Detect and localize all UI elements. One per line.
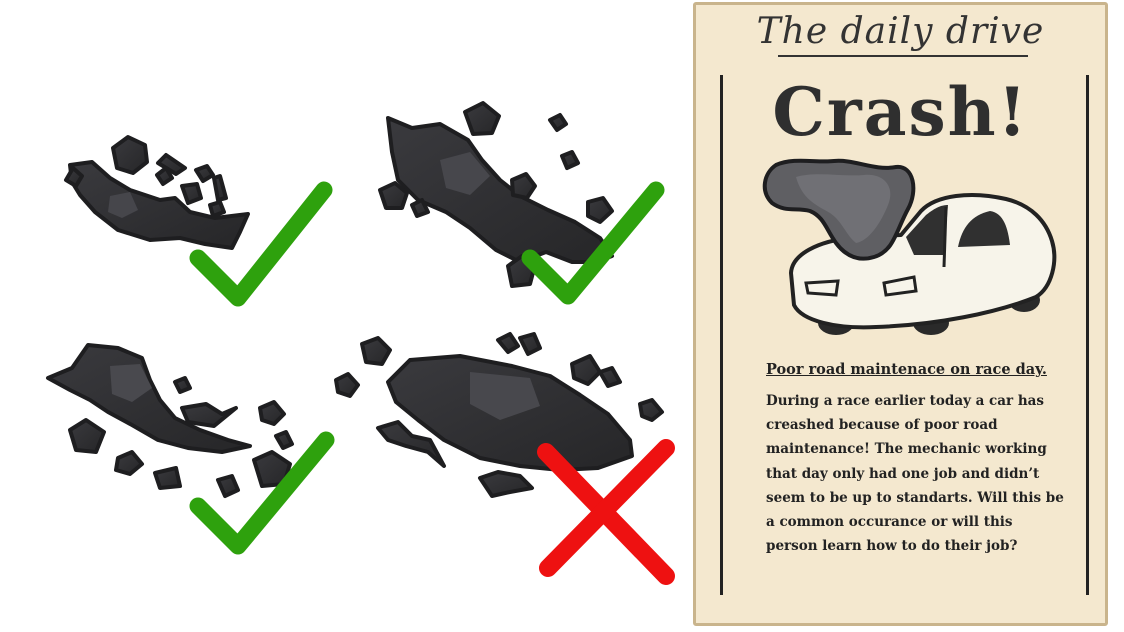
- debris-variant-4[interactable]: [334, 332, 664, 498]
- debris-scene: [46, 101, 675, 585]
- debris-variant-1[interactable]: [64, 135, 250, 250]
- crashed-car-icon: [762, 158, 1057, 335]
- column-rule-left: [720, 75, 723, 595]
- article-subheadline: Poor road maintenace on race day.: [766, 361, 1047, 378]
- newspaper-masthead: The daily drive: [756, 11, 1045, 52]
- masthead-divider: [778, 55, 1028, 57]
- debris-variant-2[interactable]: [378, 101, 614, 288]
- article-body: During a race earlier today a car has cr…: [766, 393, 1064, 555]
- newspaper-panel: The daily drive Crash! Poor road mainten…: [693, 2, 1108, 626]
- column-rule-right: [1086, 75, 1089, 595]
- newspaper-headline: Crash!: [772, 73, 1029, 151]
- debris-variant-3[interactable]: [46, 343, 294, 498]
